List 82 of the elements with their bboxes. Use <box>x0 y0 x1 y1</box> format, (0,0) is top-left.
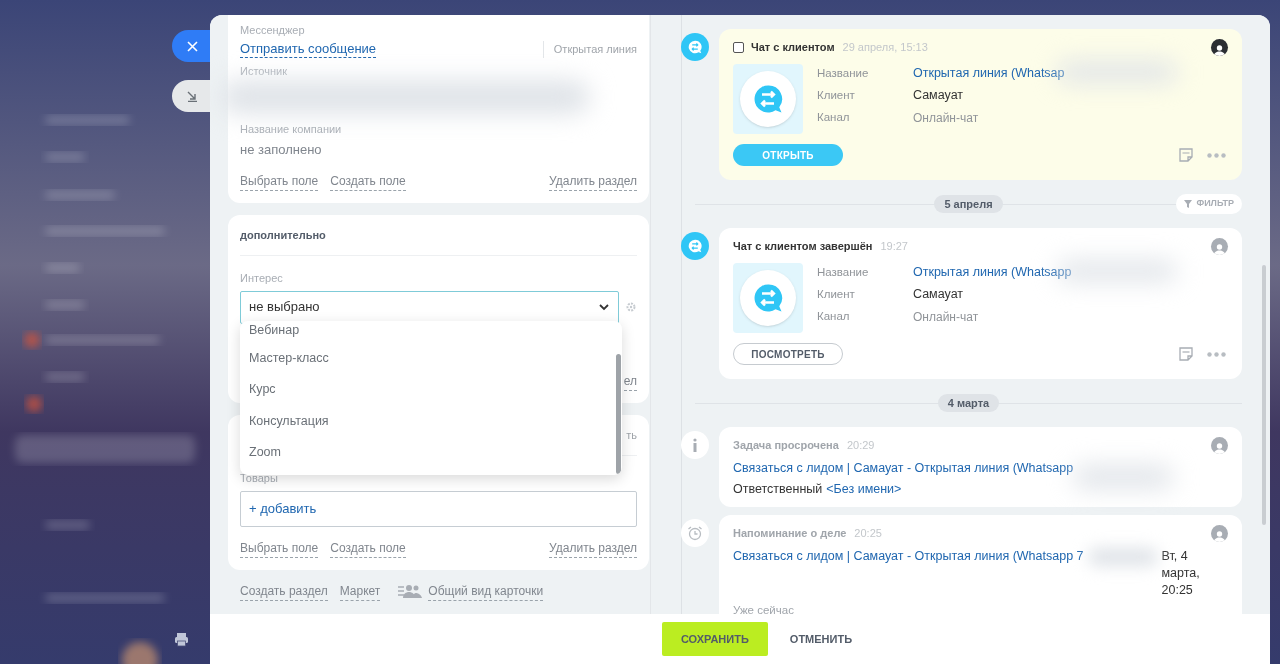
field-label: Товары <box>240 471 279 486</box>
settings-icon[interactable] <box>625 301 637 313</box>
detail-label: Канал <box>817 308 851 324</box>
event-time: 20:25 <box>854 526 882 542</box>
event-title: Чат с клиентом завершён <box>733 239 873 255</box>
detail-value: Онлайн-чат <box>913 308 979 326</box>
field-label: Название компании <box>240 122 343 136</box>
date-separator: 4 марта <box>937 394 1000 412</box>
scrollbar[interactable] <box>616 353 621 474</box>
field-action-link[interactable]: Выбрать поле <box>240 171 319 191</box>
close-icon <box>186 40 198 52</box>
create-section-link[interactable]: Создать раздел <box>240 581 328 601</box>
blurred-shape <box>122 642 158 664</box>
detail-label: Канал <box>817 109 851 125</box>
date-separator: 5 апреля <box>934 195 1003 213</box>
delete-section-link[interactable]: Удалить раздел <box>549 538 637 558</box>
printer-icon[interactable] <box>174 632 189 647</box>
market-link[interactable]: Маркет <box>339 581 381 601</box>
field-action-link[interactable]: Выбрать поле <box>240 538 319 558</box>
send-message-link[interactable]: Отправить сообщение <box>240 41 377 58</box>
note-icon[interactable] <box>1179 148 1193 162</box>
field-label: Мессенджер <box>240 23 306 37</box>
cancel-button[interactable]: ОТМЕНИТЬ <box>779 622 863 656</box>
products-field[interactable]: + добавить <box>240 490 637 527</box>
event-title: Задача просрочена <box>733 438 839 454</box>
blurred-badge <box>26 396 42 412</box>
blurred-menu-item <box>45 152 85 162</box>
blurred-menu-item <box>45 372 85 382</box>
detail-value: Самауат <box>913 87 964 105</box>
dropdown-option[interactable]: Мастер-класс <box>249 342 622 374</box>
people-list-icon <box>398 584 423 598</box>
responsible-label: Ответственный <box>733 481 823 497</box>
field-action-link[interactable]: Создать поле <box>330 538 406 558</box>
chat-icon <box>688 239 702 253</box>
blurred-badge <box>24 332 40 348</box>
deadline-note: Уже сейчас <box>733 603 795 614</box>
chat-icon <box>688 40 702 54</box>
chat-icon <box>753 283 783 313</box>
more-icon[interactable] <box>1207 351 1226 357</box>
field-value: не заполнено <box>240 141 323 159</box>
chat-icon <box>753 84 783 114</box>
alarm-clock-icon <box>687 525 703 541</box>
responsible-link[interactable]: <Без имени> <box>826 481 902 497</box>
chevron-down-icon <box>598 301 610 313</box>
avatar-icon[interactable] <box>1211 39 1228 56</box>
dropdown-option[interactable]: Консультация <box>249 405 622 437</box>
field-label: Интерес <box>240 271 284 286</box>
detail-value: Самауат <box>913 286 964 304</box>
dropdown-option[interactable]: Zoom <box>249 437 622 469</box>
note-icon[interactable] <box>1179 347 1193 361</box>
more-icon[interactable] <box>1207 152 1226 158</box>
blurred-menu-item <box>45 300 85 310</box>
blurred-menu-item <box>45 520 90 530</box>
checkbox[interactable] <box>733 42 744 53</box>
event-time: 20:29 <box>846 438 875 454</box>
delete-section-link[interactable]: ел <box>623 371 637 391</box>
detail-value: Онлайн-чат <box>913 109 979 127</box>
detail-label: Клиент <box>817 87 856 103</box>
scrollbar[interactable] <box>1262 265 1266 525</box>
task-link[interactable]: Связаться с лидом | Самауат - Открытая линия (Whatsapp <box>733 460 1228 476</box>
event-time: 19:27 <box>880 239 908 255</box>
event-title: Напоминание о деле <box>733 526 847 542</box>
field-label: Источник <box>240 64 288 78</box>
channel-label: Открытая линия <box>542 41 637 58</box>
arrow-down-right-icon <box>186 90 198 102</box>
detail-link[interactable]: Открытая линия (Whatsapp <box>913 263 1072 282</box>
delete-section-link[interactable]: Удалить раздел <box>549 171 637 191</box>
section-title: дополнительно <box>240 226 637 256</box>
detail-label: Название <box>817 264 870 280</box>
task-link[interactable]: Связаться с лидом | Самауат - Открытая линия (Whatsapp 7 <box>733 548 1084 565</box>
detail-link[interactable]: Открытая линия (Whatsap <box>913 64 1065 83</box>
deadline-text: Вт, 4 марта, 20:25 <box>1161 548 1201 599</box>
field-action-link[interactable]: Создать поле <box>330 171 406 191</box>
info-icon <box>692 438 698 452</box>
card-view-link[interactable]: Общий вид карточки <box>428 581 544 601</box>
save-button[interactable]: СОХРАНИТЬ <box>661 622 768 656</box>
detail-label: Клиент <box>817 286 856 302</box>
filter-icon <box>1184 200 1193 208</box>
view-button[interactable]: ПОСМОТРЕТЬ <box>733 343 843 365</box>
dropdown-option[interactable]: Курс <box>249 374 622 406</box>
event-title: Чат с клиентом <box>751 40 835 56</box>
detail-label: Название <box>817 65 870 81</box>
